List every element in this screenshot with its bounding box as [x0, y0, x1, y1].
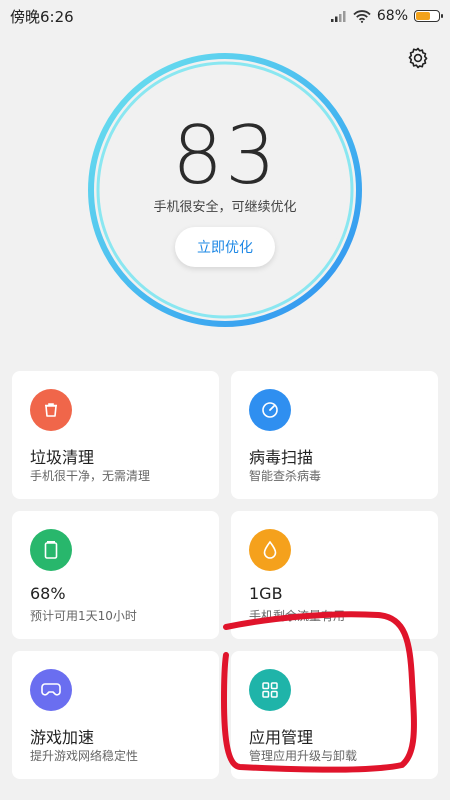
tile-subtitle: 管理应用升级与卸载 [249, 749, 358, 763]
status-time: 傍晚6:26 [10, 7, 74, 26]
tile-icon-bg [30, 389, 72, 431]
tile-battery[interactable]: 68% 预计可用1天10小时 [12, 511, 219, 639]
tile-icon-bg [30, 669, 72, 711]
tile-data-usage[interactable]: 1GB 手机剩余流量有用 [231, 511, 438, 639]
settings-button[interactable] [404, 44, 432, 72]
status-bar: 傍晚6:26 68% [0, 0, 450, 32]
gear-icon [408, 47, 428, 69]
tile-subtitle: 提升游戏网络稳定性 [30, 749, 139, 763]
gamepad-icon [41, 683, 61, 696]
trash-icon [45, 403, 57, 417]
tile-title: 68% [30, 584, 66, 603]
tile-icon-bg [30, 529, 72, 571]
tile-title: 游戏加速 [30, 728, 95, 747]
status-indicators: 68% [330, 8, 443, 24]
tile-game-boost[interactable]: 游戏加速 提升游戏网络稳定性 [12, 651, 219, 779]
tile-title: 垃圾清理 [30, 448, 95, 467]
tile-subtitle: 手机剩余流量有用 [249, 609, 346, 623]
tile-icon-bg [249, 529, 291, 571]
tile-title: 病毒扫描 [249, 448, 314, 467]
optimize-now-button[interactable]: 立即优化 [175, 227, 275, 267]
droplet-icon [263, 540, 277, 559]
tile-junk-cleanup[interactable]: 垃圾清理 手机很干净，无需清理 [12, 371, 219, 499]
grid-icon [262, 682, 278, 698]
wifi-icon [353, 9, 371, 23]
tile-subtitle: 预计可用1天10小时 [30, 609, 137, 623]
tile-app-management[interactable]: 应用管理 管理应用升级与卸载 [231, 651, 438, 779]
battery-percent: 68% [376, 8, 408, 24]
tile-virus-scan[interactable]: 病毒扫描 智能查杀病毒 [231, 371, 438, 499]
tile-title: 应用管理 [249, 728, 314, 747]
battery-icon [44, 541, 58, 559]
scan-gauge-icon [262, 402, 278, 418]
signal-icon [330, 11, 346, 22]
tile-subtitle: 智能查杀病毒 [249, 469, 322, 483]
tile-subtitle: 手机很干净，无需清理 [30, 469, 151, 483]
tile-icon-bg [249, 669, 291, 711]
score-value: 83 [172, 109, 278, 202]
bottom-edge [0, 784, 450, 800]
score-status-text: 手机很安全，可继续优化 [153, 200, 297, 215]
tile-icon-bg [249, 389, 291, 431]
battery-fill [416, 12, 430, 20]
tile-title: 1GB [249, 584, 283, 603]
battery-icon [414, 10, 443, 22]
